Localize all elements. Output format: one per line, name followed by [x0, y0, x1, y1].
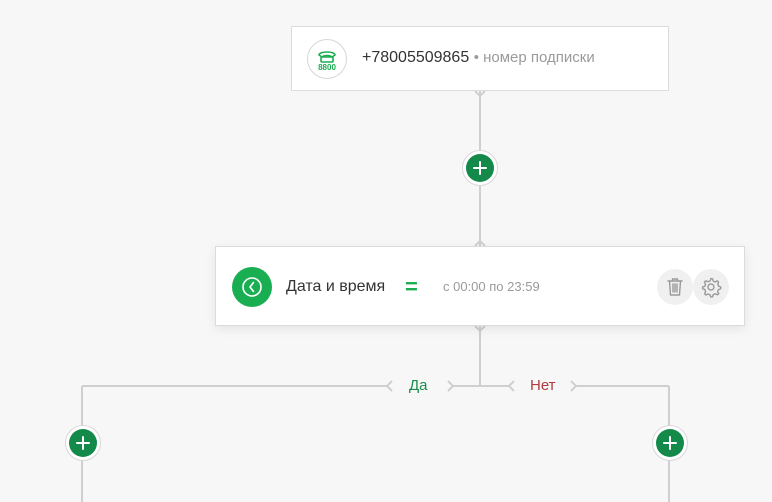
trash-icon [667, 278, 683, 296]
add-step-no-branch-button[interactable] [652, 425, 688, 461]
settings-button[interactable] [693, 269, 729, 305]
number-subtitle: • номер подписки [473, 49, 595, 66]
plus-icon [663, 436, 677, 450]
date-time-condition-node[interactable]: Дата и время = с 00:00 по 23:59 [215, 246, 745, 326]
plus-icon [473, 161, 487, 175]
condition-operator: = [405, 274, 418, 299]
clock-icon [232, 267, 272, 307]
icon-8800-label: 8800 [318, 63, 336, 72]
add-step-button[interactable] [462, 150, 498, 186]
phone-number: +78005509865 [362, 49, 470, 66]
condition-value: с 00:00 по 23:59 [443, 279, 540, 294]
gear-icon [701, 277, 722, 298]
condition-title: Дата и время [286, 278, 386, 295]
branch-yes-label: Да [409, 377, 428, 394]
phone-8800-icon: 8800 [307, 39, 347, 79]
branch-no-label: Нет [530, 377, 556, 394]
add-step-yes-branch-button[interactable] [65, 425, 101, 461]
plus-icon [76, 436, 90, 450]
subscription-number-node[interactable]: 8800 +78005509865 • номер подписки [291, 26, 669, 91]
subscription-number: +78005509865 • номер подписки [362, 49, 595, 67]
delete-button[interactable] [657, 269, 693, 305]
